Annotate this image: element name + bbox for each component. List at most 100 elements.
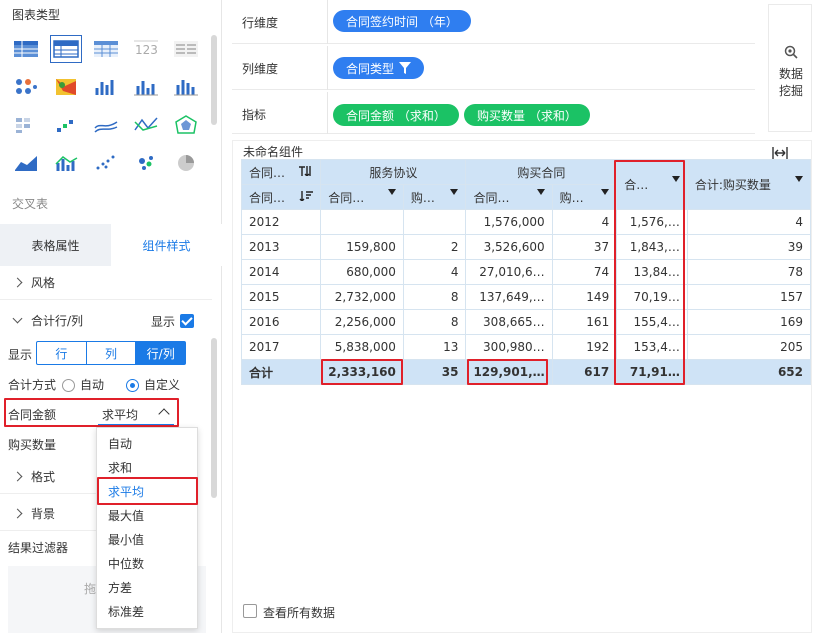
filter-icon[interactable] — [399, 62, 412, 74]
row-dim-pill[interactable]: 合同签约时间 （年） — [333, 10, 471, 32]
sort-icon[interactable] — [299, 165, 313, 176]
header-cell[interactable]: 合同… — [465, 184, 553, 210]
value-cell[interactable]: 78 — [686, 259, 812, 285]
value-cell[interactable]: 680,000 — [320, 259, 404, 285]
value-cell[interactable]: 8 — [402, 284, 467, 310]
bar-grid-icon[interactable] — [93, 76, 119, 98]
value-cell[interactable]: 27,010,6… — [465, 259, 553, 285]
bubble-cluster-icon[interactable] — [133, 152, 159, 174]
row-header-cell[interactable]: 2014 — [240, 259, 322, 285]
seg-row-col[interactable]: 行/列 — [136, 342, 186, 364]
value-cell[interactable]: 1,576,000 — [465, 209, 553, 235]
value-cell[interactable]: 652 — [686, 359, 812, 385]
value-cell[interactable]: 4 — [686, 209, 812, 235]
data-mining-button[interactable]: 数据 挖掘 — [768, 4, 812, 132]
scatter-icon[interactable] — [93, 152, 119, 174]
row-header-cell[interactable]: 2012 — [240, 209, 322, 235]
cross-table-icon[interactable] — [50, 35, 82, 63]
step-chart-icon[interactable] — [53, 114, 79, 136]
column-chart-icon[interactable] — [133, 76, 159, 98]
value-cell[interactable]: 4 — [402, 259, 467, 285]
kpi-number-icon[interactable]: 123 — [133, 38, 159, 60]
value-cell[interactable]: 37 — [551, 234, 618, 260]
value-cell[interactable]: 35 — [402, 359, 467, 385]
pie-chart-icon[interactable] — [173, 152, 199, 174]
view-all-checkbox[interactable] — [243, 604, 257, 618]
row-header-cell[interactable]: 2013 — [240, 234, 322, 260]
stacked-column-icon[interactable] — [173, 76, 199, 98]
table-icon[interactable] — [13, 38, 39, 60]
dropdown-item[interactable]: 标准差 — [97, 599, 197, 623]
line-chart-icon[interactable] — [93, 114, 119, 136]
dropdown-item[interactable]: 求和 — [97, 455, 197, 479]
header-cell[interactable]: 购… — [402, 184, 467, 210]
radio-custom[interactable]: 自定义 — [126, 376, 180, 393]
row-header-cell[interactable]: 2017 — [240, 334, 322, 360]
combo-chart-icon[interactable] — [53, 152, 79, 174]
format-section[interactable]: 格式 — [0, 460, 96, 494]
value-cell[interactable]: 2,256,000 — [320, 309, 404, 335]
radar-line-icon[interactable] — [133, 114, 159, 136]
value-cell[interactable]: 205 — [686, 334, 812, 360]
value-cell[interactable] — [320, 209, 404, 235]
style-section[interactable]: 风格 — [0, 266, 212, 300]
dot-map-icon[interactable] — [13, 76, 39, 98]
chart-scrollbar[interactable] — [211, 35, 217, 125]
header-cell[interactable]: 合同… — [240, 159, 322, 185]
polar-icon[interactable] — [173, 114, 199, 136]
metric-pill-qty[interactable]: 购买数量 （求和） — [464, 104, 590, 126]
row-header-cell[interactable]: 2015 — [240, 284, 322, 310]
pixel-map-icon[interactable] — [13, 114, 39, 136]
value-cell[interactable]: 3,526,600 — [465, 234, 553, 260]
value-cell[interactable]: 159,800 — [320, 234, 404, 260]
value-cell[interactable]: 308,665… — [465, 309, 553, 335]
area-chart-icon[interactable] — [13, 152, 39, 174]
value-cell[interactable]: 137,649,… — [465, 284, 553, 310]
heat-map-icon[interactable] — [53, 76, 79, 98]
value-cell[interactable]: 161 — [551, 309, 618, 335]
panel-scrollbar[interactable] — [211, 338, 217, 498]
tab-table-properties[interactable]: 表格属性 — [0, 224, 111, 266]
show-checkbox[interactable] — [180, 313, 194, 328]
header-cell[interactable]: 合同… — [320, 184, 404, 210]
value-cell[interactable]: 157 — [686, 284, 812, 310]
metric-pill-amount[interactable]: 合同金额 （求和） — [333, 104, 459, 126]
expand-width-icon[interactable] — [772, 147, 788, 159]
seg-row[interactable]: 行 — [37, 342, 87, 364]
value-cell[interactable]: 617 — [551, 359, 618, 385]
value-cell[interactable]: 169 — [686, 309, 812, 335]
radio-custom-icon — [126, 379, 139, 392]
svg-text:123: 123 — [135, 43, 158, 57]
radio-auto[interactable]: 自动 — [62, 376, 104, 393]
value-cell[interactable]: 74 — [551, 259, 618, 285]
dropdown-item[interactable]: 最大值 — [97, 503, 197, 527]
value-cell[interactable]: 13 — [402, 334, 467, 360]
value-cell[interactable]: 2 — [402, 234, 467, 260]
header-cell[interactable]: 购… — [551, 184, 618, 210]
header-cell[interactable]: 合同… — [240, 184, 322, 210]
header-cell-total-qty[interactable]: 合计:购买数量 — [686, 159, 812, 210]
dropdown-item[interactable]: 方差 — [97, 575, 197, 599]
col-dim-pill[interactable]: 合同类型 — [333, 57, 425, 79]
sort-desc-icon[interactable] — [299, 190, 314, 201]
value-cell[interactable]: 300,980… — [465, 334, 553, 360]
value-cell[interactable]: 149 — [551, 284, 618, 310]
value-cell[interactable] — [402, 209, 467, 235]
value-cell[interactable]: 2,732,000 — [320, 284, 404, 310]
value-cell[interactable]: 192 — [551, 334, 618, 360]
dropdown-item[interactable]: 自动 — [97, 431, 197, 455]
detail-table-icon[interactable] — [173, 38, 199, 60]
tab-component-style[interactable]: 组件样式 — [111, 224, 222, 266]
header-row-1: 合同… 服务协议 购买合同 合… 合计:购买数量 — [240, 159, 812, 210]
value-cell[interactable]: 4 — [551, 209, 618, 235]
seg-col[interactable]: 列 — [87, 342, 137, 364]
row-header-cell[interactable]: 合计 — [240, 359, 322, 385]
value-cell[interactable]: 5,838,000 — [320, 334, 404, 360]
background-section[interactable]: 背景 — [0, 497, 96, 531]
grouped-table-icon[interactable] — [93, 38, 119, 60]
value-cell[interactable]: 8 — [402, 309, 467, 335]
dropdown-item[interactable]: 中位数 — [97, 551, 197, 575]
row-header-cell[interactable]: 2016 — [240, 309, 322, 335]
value-cell[interactable]: 39 — [686, 234, 812, 260]
dropdown-item[interactable]: 最小值 — [97, 527, 197, 551]
